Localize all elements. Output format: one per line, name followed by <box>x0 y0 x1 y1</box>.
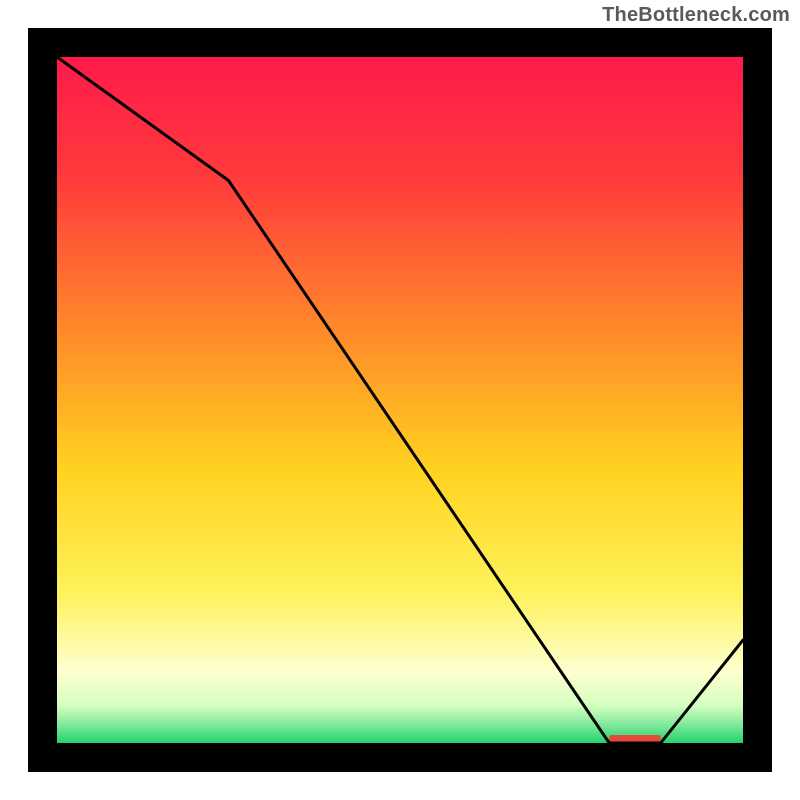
gradient-line-chart <box>0 0 800 800</box>
chart-container: TheBottleneck.com <box>0 0 800 800</box>
plateau-marker <box>609 735 660 742</box>
plot-background <box>57 57 743 743</box>
